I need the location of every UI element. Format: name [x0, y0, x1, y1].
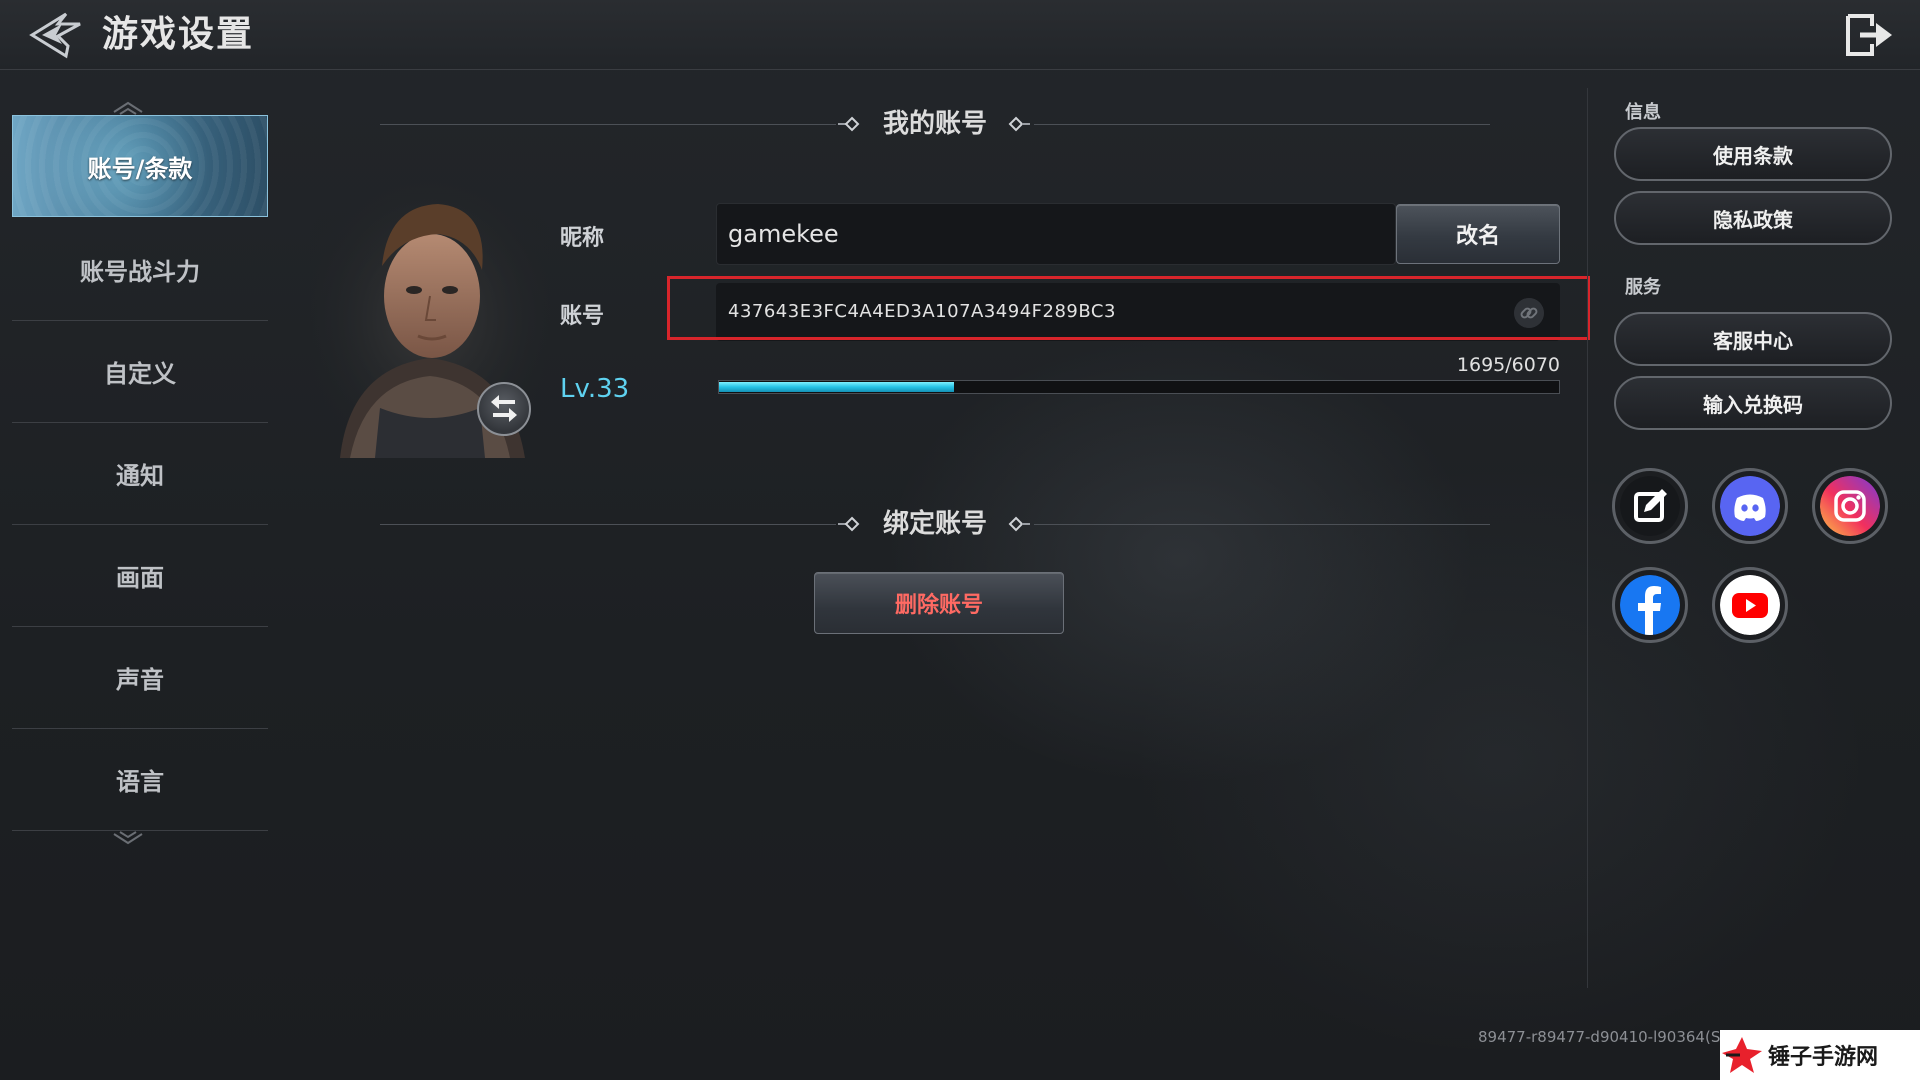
swap-character-button[interactable] — [477, 382, 531, 436]
exp-text: 1695/6070 — [1456, 354, 1560, 376]
menu-item-sound[interactable]: 声音 — [12, 627, 268, 729]
nickname-label: 昵称 — [560, 226, 605, 251]
delete-account-label: 删除账号 — [894, 593, 983, 618]
menu-item-notifications[interactable]: 通知 — [12, 423, 268, 525]
menu-item-label: 账号战斗力 — [80, 258, 200, 286]
build-version-text: 89477-r89477-d90410-l90364(S — [1478, 1028, 1721, 1046]
diamond-ornament-icon — [838, 116, 860, 132]
diamond-ornament-icon — [838, 516, 860, 532]
rename-button[interactable]: 改名 — [1396, 204, 1560, 264]
diamond-ornament-icon — [1008, 116, 1030, 132]
rename-button-label: 改名 — [1455, 224, 1500, 249]
exit-icon[interactable] — [1842, 12, 1896, 58]
terms-of-use-label: 使用条款 — [1713, 143, 1793, 168]
player-level: Lv.33 — [560, 374, 630, 404]
game-logo-icon — [29, 12, 81, 59]
menu-top-ornament — [113, 101, 143, 115]
discord-button[interactable] — [1712, 468, 1788, 544]
menu-item-label: 账号/条款 — [87, 154, 193, 183]
account-id-highlight — [667, 276, 1590, 340]
menu-item-account-terms[interactable]: 账号/条款 — [12, 115, 268, 217]
exp-progress-fill — [719, 382, 954, 392]
edit-community-button[interactable] — [1612, 468, 1688, 544]
swap-arrows-icon — [491, 395, 517, 422]
right-panel-divider — [1587, 88, 1588, 988]
menu-item-label: 语言 — [116, 768, 164, 796]
menu-item-label: 通知 — [116, 462, 164, 490]
divider — [380, 524, 836, 525]
service-group-label: 服务 — [1625, 277, 1661, 298]
info-group-label: 信息 — [1625, 102, 1661, 123]
nickname-value: gamekee — [728, 220, 839, 248]
instagram-icon — [1820, 476, 1880, 536]
customer-center-label: 客服中心 — [1713, 328, 1793, 353]
discord-icon — [1720, 476, 1780, 536]
divider — [1034, 124, 1490, 125]
divider — [1034, 524, 1490, 525]
menu-item-customize[interactable]: 自定义 — [12, 321, 268, 423]
menu-item-label: 自定义 — [104, 360, 176, 388]
delete-account-button[interactable]: 删除账号 — [814, 572, 1064, 634]
account-label: 账号 — [560, 304, 605, 329]
menu-item-graphics[interactable]: 画面 — [12, 525, 268, 627]
section-title: 我的账号 — [882, 109, 987, 139]
menu-bottom-ornament — [113, 831, 143, 845]
facebook-icon — [1620, 575, 1680, 635]
privacy-policy-label: 隐私政策 — [1713, 207, 1793, 232]
redeem-code-label: 输入兑换码 — [1703, 392, 1803, 417]
youtube-icon — [1720, 575, 1780, 635]
redeem-code-button[interactable]: 输入兑换码 — [1614, 376, 1892, 430]
page-title: 游戏设置 — [102, 14, 255, 55]
customer-center-button[interactable]: 客服中心 — [1614, 312, 1892, 366]
privacy-policy-button[interactable]: 隐私政策 — [1614, 191, 1892, 245]
exp-progress-bar — [718, 380, 1560, 394]
menu-item-combat-power[interactable]: 账号战斗力 — [12, 219, 268, 321]
top-bar: 游戏设置 — [0, 0, 1920, 70]
watermark-logo: 锤子手游网 — [1720, 1030, 1920, 1080]
star-logo-icon — [1722, 1037, 1762, 1073]
watermark-text: 锤子手游网 — [1768, 1045, 1879, 1070]
diamond-ornament-icon — [1008, 516, 1030, 532]
instagram-button[interactable] — [1812, 468, 1888, 544]
section-title: 绑定账号 — [882, 509, 987, 539]
menu-item-language[interactable]: 语言 — [12, 729, 268, 831]
menu-item-label: 画面 — [116, 564, 164, 592]
bind-account-header: 绑定账号 — [380, 504, 1490, 544]
youtube-button[interactable] — [1712, 567, 1788, 643]
edit-icon — [1620, 476, 1680, 536]
menu-item-label: 声音 — [116, 666, 164, 694]
divider — [380, 124, 836, 125]
my-account-header: 我的账号 — [380, 104, 1490, 144]
terms-of-use-button[interactable]: 使用条款 — [1614, 127, 1892, 181]
facebook-button[interactable] — [1612, 567, 1688, 643]
